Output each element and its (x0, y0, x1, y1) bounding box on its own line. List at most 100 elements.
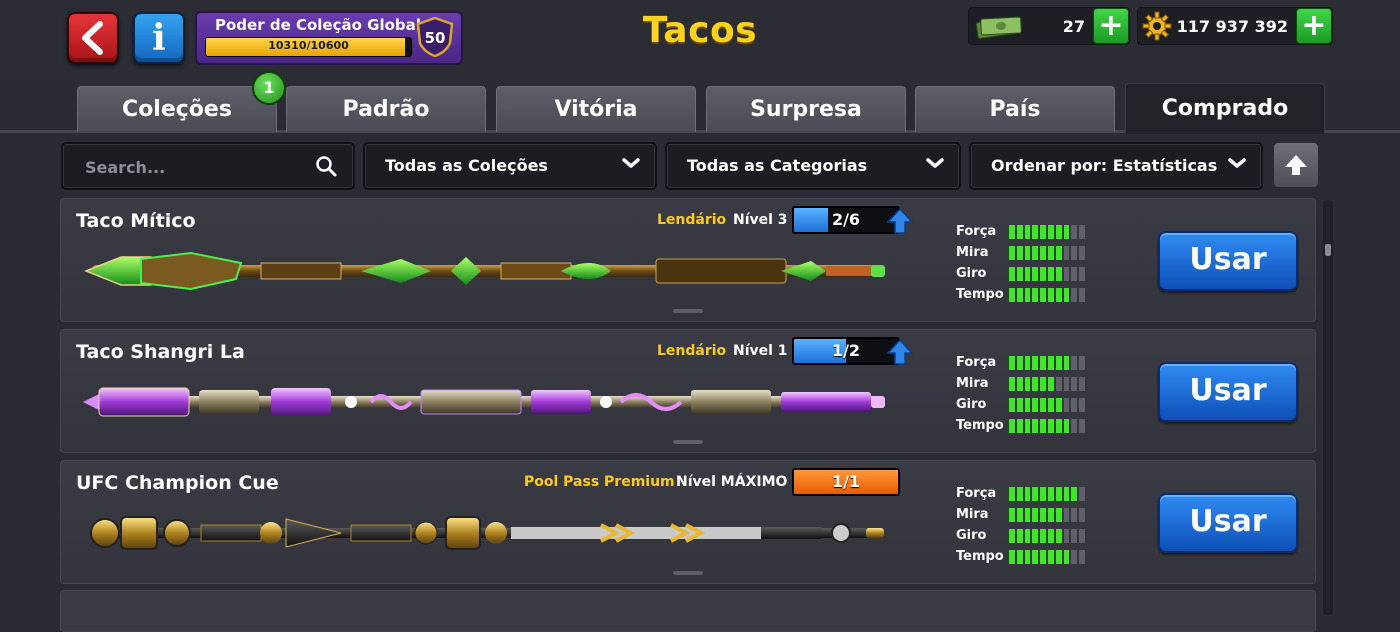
use-button[interactable]: Usar (1158, 231, 1298, 291)
sort-direction-button[interactable] (1273, 142, 1319, 188)
cue-level: Nível 3 (733, 212, 788, 228)
stat-segment (1032, 225, 1039, 239)
search-box[interactable] (61, 142, 355, 190)
upgrade-arrow-icon[interactable] (887, 338, 913, 366)
collections-dropdown[interactable]: Todas as Coleções (363, 142, 657, 190)
stat-segment (1040, 356, 1046, 370)
stat-segment (1024, 550, 1031, 564)
tab-colecoes[interactable]: Coleções (77, 86, 277, 132)
coin-gear-icon (1142, 11, 1172, 41)
use-button[interactable]: Usar (1158, 362, 1298, 422)
cue-level: Nível MÁXIMO (676, 474, 788, 490)
stat-segment (1016, 246, 1023, 260)
notification-badge: 1 (252, 71, 286, 105)
cue-level: Nível 1 (733, 343, 788, 359)
stat-bar-mira (1009, 508, 1085, 522)
stat-segment (1071, 550, 1078, 564)
stat-segment (1009, 377, 1015, 391)
sort-dropdown[interactable]: Ordenar por: Estatísticas (969, 142, 1263, 190)
scrollbar-thumb[interactable] (1325, 244, 1331, 256)
stat-segment (1047, 419, 1054, 433)
stat-segment (1009, 419, 1015, 433)
search-icon[interactable] (315, 155, 337, 177)
stat-bar-mira (1009, 246, 1085, 260)
stat-segment (1071, 487, 1078, 501)
coins-value: 117 937 392 (1176, 17, 1288, 36)
categories-dropdown[interactable]: Todas as Categorias (665, 142, 961, 190)
cue-image (90, 516, 884, 550)
cue-image (83, 387, 885, 417)
stat-segment (1024, 487, 1031, 501)
cue-card[interactable]: Taco Mítico Lendário Nível 3 2/6 Força M… (60, 198, 1316, 322)
chevron-down-icon (1228, 158, 1246, 168)
stat-segment (1071, 246, 1078, 260)
stat-segment (1024, 356, 1031, 370)
cue-name: Taco Mítico (76, 210, 196, 232)
stat-label-forca: Força (956, 224, 997, 239)
stat-segment (1016, 377, 1023, 391)
arrow-up-icon (1285, 155, 1307, 175)
stat-segment (1024, 529, 1031, 543)
stat-segment (1009, 398, 1015, 412)
stat-segment (1047, 267, 1054, 281)
stat-segment (1055, 288, 1062, 302)
stat-segment (1016, 267, 1023, 281)
stat-segment (1071, 356, 1078, 370)
cue-card-partial[interactable] (60, 590, 1316, 632)
stat-label-tempo: Tempo (956, 287, 1004, 302)
chevron-left-icon (82, 21, 103, 55)
cue-progress-bar: 1/1 (792, 468, 900, 496)
stat-segment (1063, 288, 1070, 302)
cue-card[interactable]: Taco Shangri La Lendário Nível 1 1/2 For… (60, 329, 1316, 453)
tab-vitoria[interactable]: Vitória (496, 86, 696, 132)
stat-segment (1024, 419, 1031, 433)
stat-segment (1055, 377, 1062, 391)
back-button[interactable] (67, 12, 119, 64)
use-button[interactable]: Usar (1158, 493, 1298, 553)
stat-segment (1071, 508, 1078, 522)
cue-progress-text: 2/6 (831, 210, 861, 229)
add-cash-button[interactable]: + (1093, 8, 1129, 44)
stat-bar-forca (1009, 356, 1085, 370)
cue-card[interactable]: UFC Champion Cue Pool Pass Premium Nível… (60, 460, 1316, 584)
stat-segment (1079, 419, 1085, 433)
tab-surpresa[interactable]: Surpresa (706, 86, 906, 132)
info-button[interactable]: i (133, 12, 185, 64)
expand-handle[interactable] (673, 309, 703, 313)
cue-rarity: Lendário (657, 212, 727, 228)
plus-icon: + (1301, 8, 1327, 43)
collection-power-panel[interactable]: Poder de Coleção Global 10310/10600 50 (195, 11, 463, 65)
stat-segment (1047, 398, 1054, 412)
tab-pais[interactable]: País (915, 86, 1115, 132)
stat-segment (1047, 246, 1054, 260)
stat-segment (1009, 356, 1015, 370)
stat-segment (1055, 419, 1062, 433)
coins-counter: 117 937 392 + (1137, 7, 1333, 45)
stat-segment (1032, 267, 1039, 281)
stat-segment (1071, 288, 1078, 302)
stat-segment (1047, 550, 1054, 564)
stat-segment (1040, 246, 1046, 260)
add-coins-button[interactable]: + (1296, 8, 1332, 44)
stat-bar-tempo (1009, 550, 1085, 564)
stat-segment (1055, 398, 1062, 412)
stat-segment (1009, 529, 1015, 543)
stat-segment (1055, 246, 1062, 260)
tab-comprado[interactable]: Comprado (1125, 83, 1325, 134)
cue-progress-text: 1/1 (831, 472, 861, 491)
expand-handle[interactable] (673, 571, 703, 575)
cue-name: Taco Shangri La (76, 341, 245, 363)
upgrade-arrow-icon[interactable] (887, 207, 913, 235)
tab-padrao[interactable]: Padrão (286, 86, 486, 132)
expand-handle[interactable] (673, 440, 703, 444)
scrollbar[interactable] (1323, 200, 1333, 615)
stat-bar-mira (1009, 377, 1085, 391)
stat-segment (1063, 225, 1070, 239)
search-input[interactable] (83, 155, 307, 179)
stat-segment (1016, 356, 1023, 370)
stat-segment (1016, 550, 1023, 564)
cue-progress-bar: 1/2 (792, 337, 900, 365)
stat-segment (1079, 508, 1085, 522)
stat-segment (1009, 550, 1015, 564)
stat-bar-giro (1009, 267, 1085, 281)
